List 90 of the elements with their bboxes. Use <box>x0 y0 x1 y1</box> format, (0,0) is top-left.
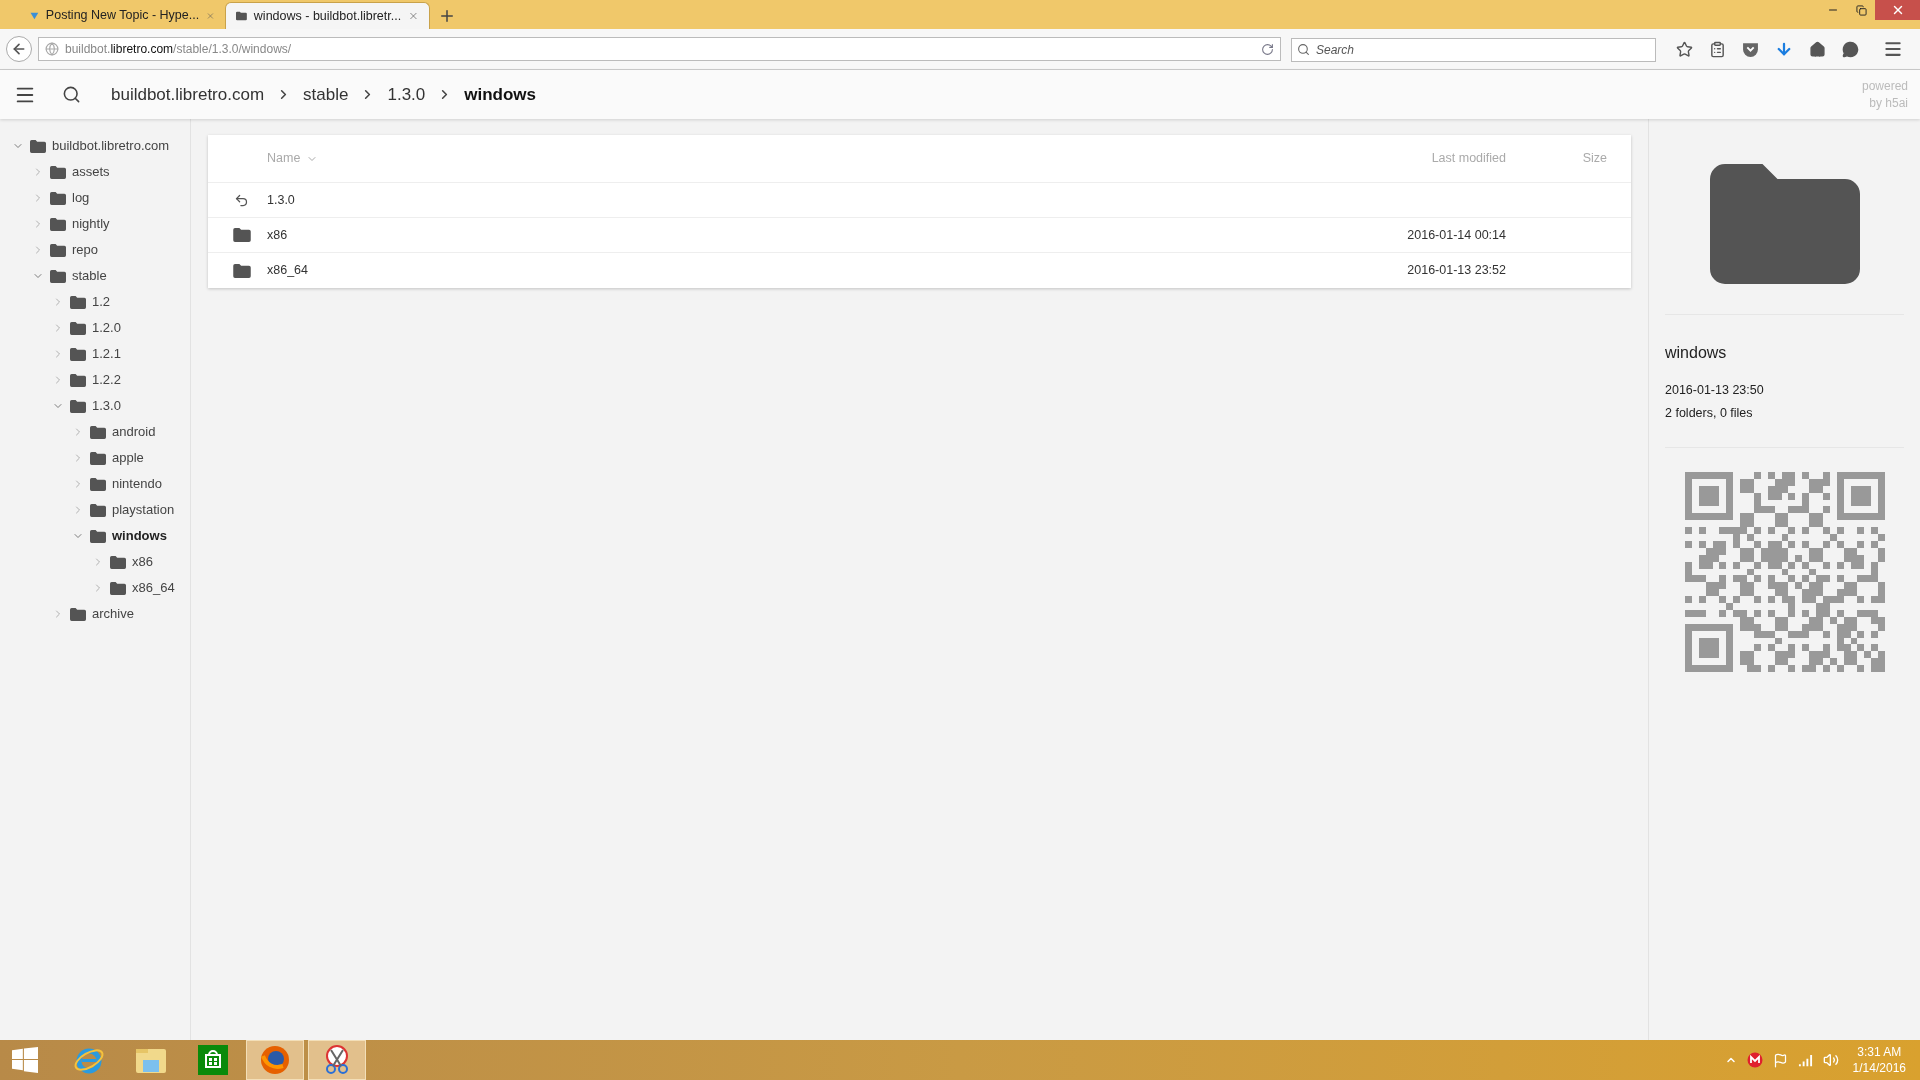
flag-icon[interactable] <box>1772 1052 1788 1068</box>
breadcrumb-link[interactable]: windows <box>464 81 537 108</box>
folder-icon <box>232 263 251 278</box>
start-icon[interactable] <box>12 1047 38 1073</box>
tab-title: windows - buildbot.libretr... <box>253 7 402 25</box>
pocket-icon[interactable] <box>1742 40 1759 58</box>
tab-title: Posting New Topic - Hype... <box>45 7 200 25</box>
folder-icon <box>110 555 126 569</box>
folder-name: windows <box>1665 343 1728 363</box>
folder-icon <box>50 191 66 205</box>
speaker-icon[interactable] <box>1822 1052 1839 1068</box>
tree-item[interactable]: 1.3.0 <box>92 396 121 416</box>
file-name: x86_64 <box>267 262 309 280</box>
browser-tab[interactable]: Posting New Topic - Hype... <box>20 2 225 29</box>
url-text: buildbot.libretro.com/stable/1.3.0/windows/ <box>65 41 293 58</box>
folder-icon <box>50 217 66 231</box>
modified-date: 2016-01-13 23:52 <box>1407 262 1506 280</box>
tree-item[interactable]: nintendo <box>112 474 162 494</box>
file-row[interactable]: x86_64 2016-01-13 23:52 <box>208 253 1631 288</box>
folder-icon <box>90 451 106 465</box>
tree-item[interactable]: 1.2 <box>92 292 111 312</box>
tree-item[interactable]: playstation <box>112 500 175 520</box>
reload-icon[interactable] <box>1261 42 1274 56</box>
file-name: x86 <box>267 226 289 244</box>
tree-item[interactable]: apple <box>112 448 144 468</box>
restore-icon[interactable] <box>1855 4 1867 16</box>
tree-item[interactable]: stable <box>72 266 107 286</box>
folder-icon <box>70 373 86 387</box>
folder-icon <box>50 243 66 257</box>
folder-icon <box>50 165 66 179</box>
menu-icon[interactable] <box>1883 39 1903 59</box>
folder-icon <box>90 425 106 439</box>
folder-icon <box>70 607 86 621</box>
file-row[interactable]: x86 2016-01-14 00:14 <box>208 218 1631 253</box>
breadcrumb-link[interactable]: buildbot.libretro.com <box>111 81 265 108</box>
clipboard-icon[interactable] <box>1709 40 1726 58</box>
folder-icon <box>90 477 106 491</box>
large-folder-icon <box>1709 164 1860 284</box>
address-bar[interactable]: buildbot.libretro.com/stable/1.3.0/windows/ <box>38 37 1281 61</box>
search-icon[interactable] <box>62 85 81 104</box>
tree-item[interactable]: archive <box>92 604 134 624</box>
m-badge-icon[interactable] <box>1746 1052 1763 1068</box>
fox-globe-icon <box>259 1044 291 1076</box>
tree-item[interactable]: x86_64 <box>132 578 175 598</box>
modified-date: 2016-01-14 00:14 <box>1407 226 1506 244</box>
folder-icon <box>90 503 106 517</box>
folder-app-icon <box>135 1046 167 1074</box>
tree-item[interactable]: 1.2.2 <box>92 370 121 390</box>
tree-item[interactable]: buildbot.libretro.com <box>52 136 170 156</box>
tree-item[interactable]: repo <box>72 240 99 260</box>
globe-icon <box>45 42 59 56</box>
search-field[interactable]: Search <box>1291 37 1656 62</box>
tree-item[interactable]: assets <box>72 162 110 182</box>
tree-item[interactable]: 1.2.1 <box>92 344 121 364</box>
folder-icon <box>70 295 86 309</box>
chat-icon[interactable] <box>1842 40 1859 58</box>
tree-item[interactable]: windows <box>112 526 167 546</box>
modified-date: 2016-01-13 23:50 <box>1665 382 1765 399</box>
folder-icon <box>90 529 106 543</box>
search-icon <box>1297 42 1310 56</box>
folder-icon <box>70 347 86 361</box>
home-icon[interactable] <box>1809 40 1826 58</box>
file-name: 1.3.0 <box>267 191 296 209</box>
folder-icon <box>50 269 66 283</box>
tree-item[interactable]: android <box>112 422 156 442</box>
download-icon[interactable] <box>1775 40 1793 58</box>
folder-icon <box>236 10 247 22</box>
taskbar-app-button[interactable] <box>246 1040 304 1080</box>
breadcrumb-link[interactable]: 1.3.0 <box>387 81 426 108</box>
shopping-bag-icon <box>198 1045 228 1075</box>
folder-icon <box>30 139 46 153</box>
star-icon[interactable] <box>1676 40 1693 58</box>
file-row[interactable]: 1.3.0 <box>208 183 1631 218</box>
tree-item[interactable]: log <box>72 188 90 208</box>
tree-item[interactable]: x86 <box>132 552 153 572</box>
folder-icon <box>110 581 126 595</box>
folder-icon <box>70 399 86 413</box>
breadcrumb-link[interactable]: stable <box>303 81 349 108</box>
close-button[interactable] <box>1875 0 1920 20</box>
signal-bars-icon[interactable] <box>1797 1052 1813 1068</box>
new-tab-icon[interactable] <box>438 7 456 25</box>
browser-tab[interactable]: windows - buildbot.libretr... <box>225 2 430 29</box>
back-button[interactable] <box>6 36 32 62</box>
back-arrow-icon <box>234 192 249 208</box>
taskbar-app-button[interactable] <box>308 1040 366 1080</box>
tree-item[interactable]: nightly <box>72 214 110 234</box>
folder-icon <box>70 321 86 335</box>
item-count: 2 folders, 0 files <box>1665 404 1754 422</box>
tree-item[interactable]: 1.2.0 <box>92 318 121 338</box>
folder-icon <box>232 228 251 242</box>
